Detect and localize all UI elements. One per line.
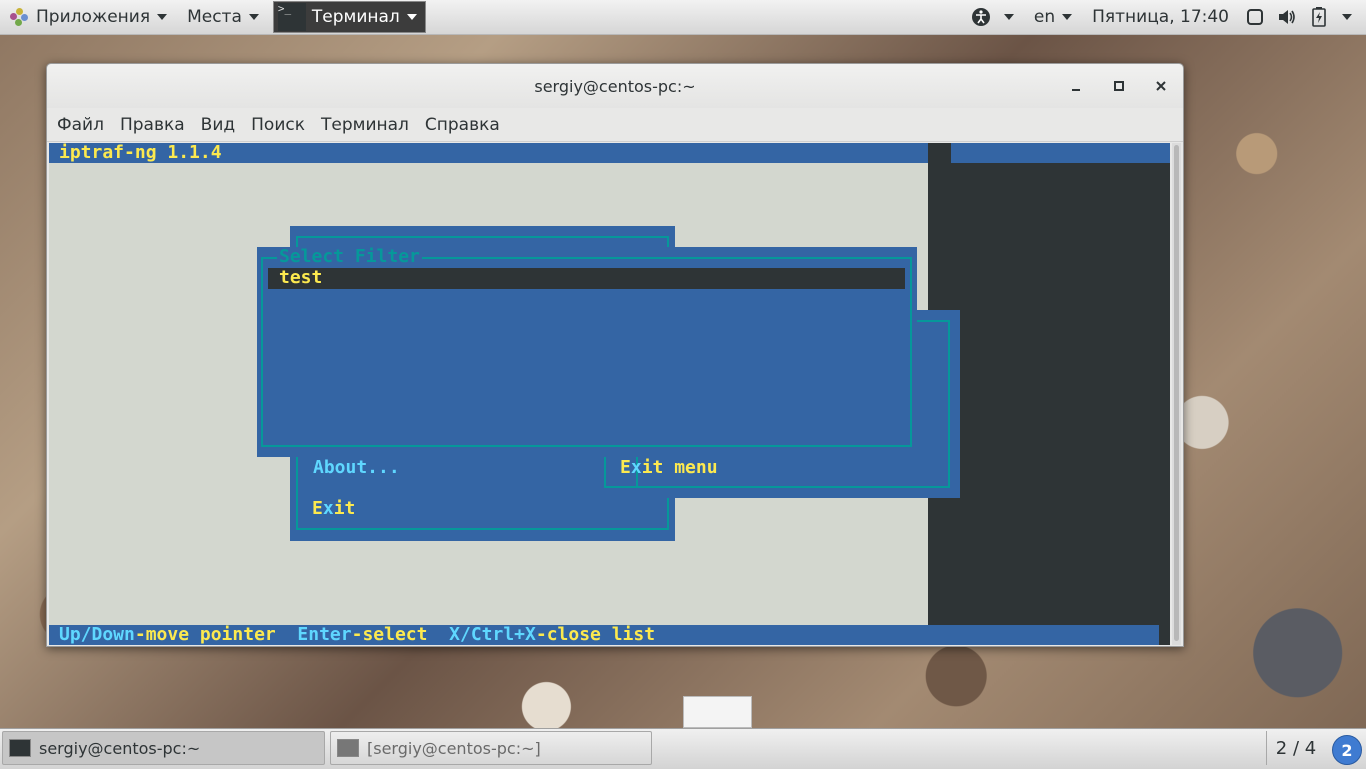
menu-item-exit[interactable]: Exit xyxy=(312,499,355,519)
workspace-indicator[interactable]: 2 / 4 xyxy=(1266,731,1325,765)
task-terminal-active[interactable]: sergiy@centos-pc:~ xyxy=(2,731,325,765)
clock-label: Пятница, 17:40 xyxy=(1092,7,1229,27)
menu-file[interactable]: Файл xyxy=(49,115,112,135)
language-menu[interactable]: en xyxy=(1024,0,1082,34)
terminal-scrollbar[interactable] xyxy=(1172,143,1181,645)
select-filter-dialog: Select Filter test xyxy=(257,247,917,457)
chevron-down-icon xyxy=(1003,14,1014,20)
terminal-icon xyxy=(9,739,31,757)
terminal-app-label: Терминал xyxy=(311,7,400,27)
accessibility-menu[interactable] xyxy=(955,0,1024,34)
menu-view[interactable]: Вид xyxy=(193,115,243,135)
terminal-screen[interactable]: iptraf-ng 1.1.4 About... Exit menu Exit … xyxy=(49,143,1170,645)
select-filter-title: Select Filter xyxy=(277,246,422,267)
chevron-down-icon xyxy=(248,14,259,20)
screen-icon[interactable] xyxy=(1245,7,1265,27)
filter-list-item[interactable]: test xyxy=(268,268,905,289)
close-button[interactable] xyxy=(1149,74,1173,98)
desktop-document-thumbnail[interactable] xyxy=(683,696,752,728)
header-right-segment xyxy=(951,143,1170,163)
menu-terminal[interactable]: Терминал xyxy=(313,115,417,135)
menu-edit[interactable]: Правка xyxy=(112,115,193,135)
top-panel: Приложения Места >_ Терминал en Пятница,… xyxy=(0,0,1366,35)
battery-icon[interactable] xyxy=(1309,7,1329,27)
language-label: en xyxy=(1033,7,1056,27)
chevron-down-icon xyxy=(157,14,168,20)
terminal-window: sergiy@centos-pc:~ Файл Правка Вид Поиск… xyxy=(46,63,1184,647)
task-terminal-minimized[interactable]: [sergiy@centos-pc:~] xyxy=(330,731,652,765)
notification-badge[interactable]: 2 xyxy=(1332,735,1362,765)
bottom-taskbar: sergiy@centos-pc:~ [sergiy@centos-pc:~] … xyxy=(0,728,1366,769)
volume-icon[interactable] xyxy=(1277,7,1297,27)
chevron-down-icon xyxy=(406,14,417,20)
scrollbar-thumb[interactable] xyxy=(1174,145,1179,641)
window-titlebar[interactable]: sergiy@centos-pc:~ xyxy=(47,64,1183,108)
accessibility-icon xyxy=(971,7,991,27)
iptraf-footer: Up/Down-move pointer Enter-select X/Ctrl… xyxy=(49,625,1159,645)
window-title: sergiy@centos-pc:~ xyxy=(534,76,696,96)
chevron-down-icon[interactable] xyxy=(1342,14,1352,20)
applications-icon xyxy=(10,8,28,26)
task-label: [sergiy@centos-pc:~] xyxy=(367,738,541,758)
clock[interactable]: Пятница, 17:40 xyxy=(1082,0,1239,34)
menu-item-exit-menu[interactable]: Exit menu xyxy=(620,458,718,478)
iptraf-header: iptraf-ng 1.1.4 xyxy=(49,143,928,163)
applications-menu[interactable]: Приложения xyxy=(0,0,177,34)
terminal-icon xyxy=(337,739,359,757)
chevron-down-icon xyxy=(1062,14,1073,20)
terminal-icon: >_ xyxy=(277,3,306,31)
maximize-button[interactable] xyxy=(1107,74,1131,98)
minimize-button[interactable] xyxy=(1064,74,1088,98)
menu-search[interactable]: Поиск xyxy=(243,115,313,135)
places-label: Места xyxy=(187,7,242,27)
terminal-app-menu[interactable]: >_ Терминал xyxy=(272,1,426,33)
filter-list-item-label: test xyxy=(279,267,323,288)
applications-label: Приложения xyxy=(36,7,151,27)
places-menu[interactable]: Места xyxy=(177,0,269,34)
task-label: sergiy@centos-pc:~ xyxy=(39,738,201,758)
menubar: Файл Правка Вид Поиск Терминал Справка xyxy=(47,108,1183,142)
menu-help[interactable]: Справка xyxy=(417,115,508,135)
menu-item-about[interactable]: About... xyxy=(313,458,400,478)
